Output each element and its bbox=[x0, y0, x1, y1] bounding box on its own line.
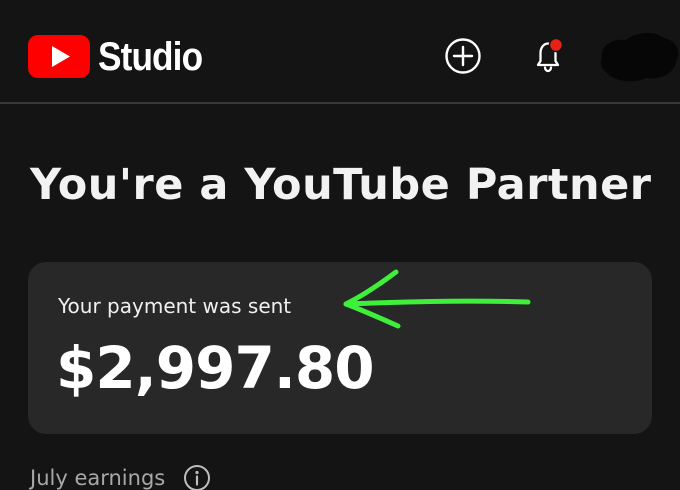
notification-badge bbox=[548, 37, 564, 53]
youtube-studio-screen: Studio You're a YouTube Partner Your pay… bbox=[0, 0, 680, 490]
avatar-redacted bbox=[600, 32, 679, 82]
studio-logo-text: Studio bbox=[98, 34, 203, 79]
info-icon[interactable] bbox=[183, 464, 211, 490]
earnings-row: July earnings bbox=[30, 464, 211, 490]
account-avatar[interactable] bbox=[596, 28, 680, 84]
page-title: You're a YouTube Partner bbox=[30, 160, 652, 210]
header-divider bbox=[0, 102, 680, 104]
earnings-label: July earnings bbox=[30, 466, 166, 490]
payment-status-label: Your payment was sent bbox=[58, 294, 292, 318]
studio-logo[interactable]: Studio bbox=[28, 35, 216, 78]
plus-circle-icon bbox=[445, 38, 481, 74]
annotation-arrow-icon bbox=[343, 269, 531, 329]
top-app-bar: Studio bbox=[0, 0, 680, 102]
payment-amount: $2,997.80 bbox=[56, 334, 375, 402]
youtube-play-icon bbox=[28, 35, 90, 78]
create-button[interactable] bbox=[444, 37, 482, 75]
notifications-button[interactable] bbox=[528, 34, 570, 76]
bell-icon bbox=[536, 37, 564, 73]
